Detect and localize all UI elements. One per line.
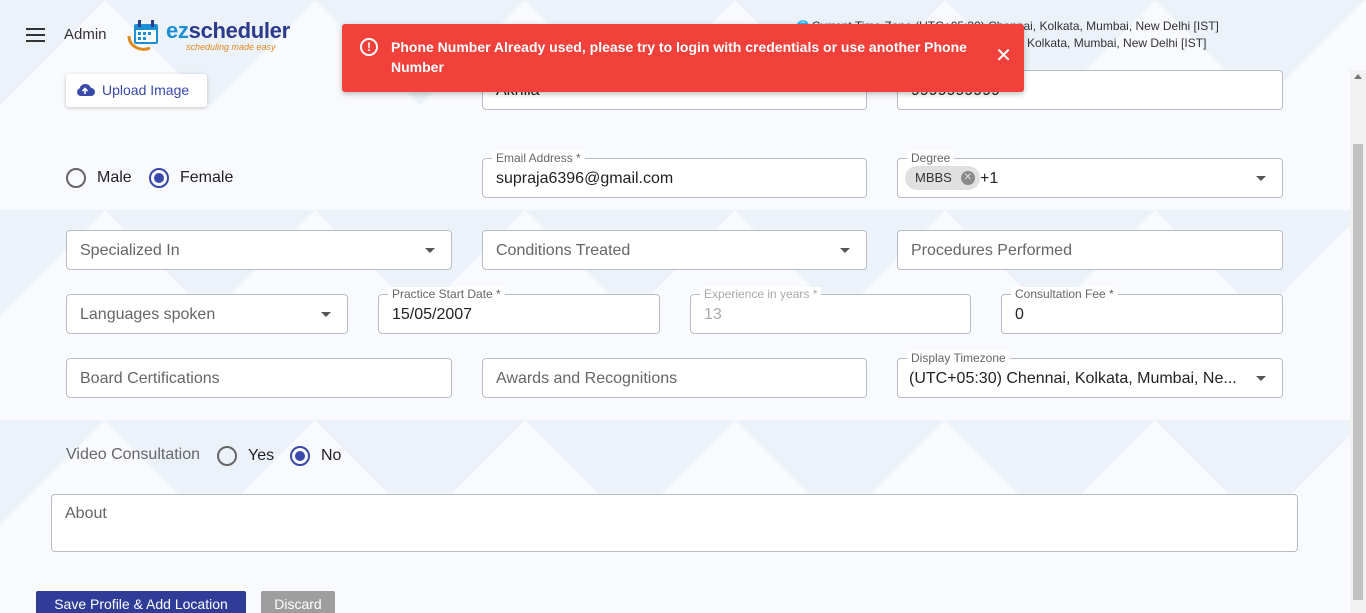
gender-male-radio[interactable]: Male xyxy=(66,168,132,188)
dropdown-arrow-icon xyxy=(1256,376,1266,381)
video-yes-radio[interactable]: Yes xyxy=(217,446,274,466)
gender-female-radio[interactable]: Female xyxy=(149,168,233,188)
calendar-logo-icon xyxy=(127,20,158,51)
experience-years-field: Experience in years * 13 xyxy=(690,287,971,334)
cloud-upload-icon xyxy=(77,83,95,96)
video-consultation-label: Video Consultation xyxy=(66,446,201,463)
video-no-radio[interactable]: No xyxy=(290,446,341,466)
scroll-up-icon[interactable] xyxy=(1354,74,1362,79)
degree-more-count: +1 xyxy=(980,170,999,187)
discard-button[interactable]: Discard xyxy=(261,591,335,613)
consultation-fee-field[interactable]: Consultation Fee * 0 xyxy=(1001,287,1283,334)
dropdown-arrow-icon xyxy=(840,248,850,253)
dropdown-arrow-icon xyxy=(321,312,331,317)
scrollbar-thumb[interactable] xyxy=(1353,144,1363,600)
save-profile-button[interactable]: Save Profile & Add Location xyxy=(36,591,246,613)
procedures-performed-field[interactable]: Procedures Performed xyxy=(897,230,1283,270)
profile-page: Admin ezscheduler scheduling made easy 🌐… xyxy=(0,0,1366,613)
degree-chip[interactable]: MBBS ✕ xyxy=(905,166,980,190)
degree-select[interactable]: Degree MBBS ✕ +1 xyxy=(897,151,1283,198)
conditions-treated-select[interactable]: Conditions Treated xyxy=(482,230,867,270)
ezscheduler-logo[interactable]: ezscheduler scheduling made easy xyxy=(126,16,298,56)
about-textarea[interactable]: About xyxy=(51,494,1298,552)
languages-spoken-select[interactable]: Languages spoken xyxy=(66,294,348,334)
hamburger-menu-icon[interactable] xyxy=(26,28,45,42)
toast-message: Phone Number Already used, please try to… xyxy=(391,39,967,75)
page-scrollbar[interactable] xyxy=(1350,70,1366,613)
chip-remove-icon[interactable]: ✕ xyxy=(960,171,975,185)
dropdown-arrow-icon xyxy=(1256,176,1266,181)
practice-start-date-field[interactable]: Practice Start Date * 15/05/2007 xyxy=(378,287,660,334)
specialized-in-select[interactable]: Specialized In xyxy=(66,230,452,270)
logo-tagline: scheduling made easy xyxy=(186,42,276,52)
display-timezone-select[interactable]: Display Timezone (UTC+05:30) Chennai, Ko… xyxy=(897,351,1283,398)
error-toast: ! Phone Number Already used, please try … xyxy=(342,24,1024,92)
email-field[interactable]: Email Address * supraja6396@gmail.com xyxy=(482,151,867,198)
dropdown-arrow-icon xyxy=(425,248,435,253)
board-certifications-field[interactable]: Board Certifications xyxy=(66,358,452,398)
upload-image-button[interactable]: Upload Image xyxy=(66,74,207,107)
role-label: Admin xyxy=(64,26,107,43)
close-icon[interactable]: ✕ xyxy=(995,46,1012,66)
error-icon: ! xyxy=(360,38,378,56)
awards-recognitions-field[interactable]: Awards and Recognitions xyxy=(482,358,867,398)
